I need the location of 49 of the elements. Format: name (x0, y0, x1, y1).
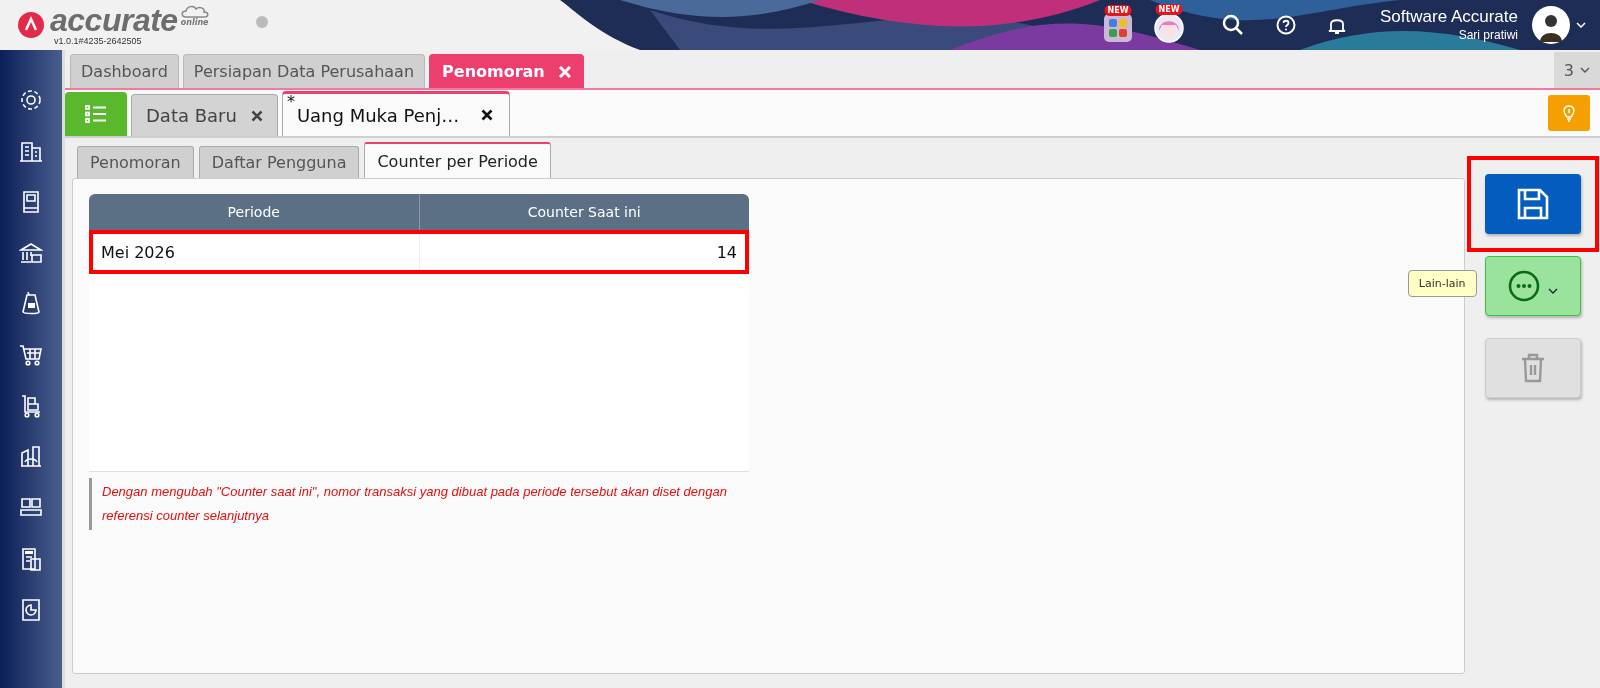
column-header[interactable]: Counter Saat ini (419, 194, 749, 230)
help-icon[interactable] (1276, 15, 1297, 35)
brand-name: accurate (50, 4, 178, 36)
trolley-icon[interactable] (19, 394, 43, 418)
cloud-icon (179, 4, 210, 18)
settings-icon[interactable] (19, 88, 43, 112)
company-name: Software Accurate (1380, 7, 1518, 27)
new-badge: NEW (1155, 4, 1183, 15)
table-cell-text: 14 (715, 241, 738, 264)
tab[interactable]: Daftar Pengguna (198, 146, 360, 178)
tab[interactable]: Dashboard (70, 54, 179, 88)
more-options-button[interactable] (1484, 256, 1581, 316)
tab[interactable]: $^{*}$ Uang Muka Penj… (281, 91, 511, 136)
tab-count-dropdown[interactable]: 3 (1553, 52, 1600, 88)
modified-marker: * (286, 94, 295, 110)
brand-subtitle: online (180, 18, 209, 27)
lightbulb-icon (1560, 103, 1578, 123)
tax-calculator-icon[interactable] (19, 547, 43, 571)
report-chart-icon[interactable] (19, 598, 43, 622)
tab[interactable]: Penomoran (77, 146, 194, 178)
user-name: Sari pratiwi (1458, 27, 1518, 43)
search-icon[interactable] (1222, 14, 1245, 36)
apps-icon[interactable] (1104, 14, 1133, 42)
chevron-down-icon (1547, 288, 1558, 294)
close-icon[interactable] (250, 109, 263, 122)
save-button[interactable] (1484, 174, 1581, 234)
building-icon[interactable] (19, 139, 43, 163)
shopping-cart-icon[interactable] (19, 343, 43, 367)
bank-icon[interactable] (19, 241, 43, 265)
save-icon (1515, 187, 1550, 221)
tooltip: Lain-lain (1407, 270, 1477, 297)
trash-icon (1519, 353, 1546, 383)
tab[interactable]: Counter per Periode (364, 142, 551, 178)
tab[interactable]: Persiapan Data Perusahaan (182, 54, 426, 88)
table-cell: Mei 2026 (93, 234, 420, 270)
column-header[interactable]: Periode (89, 194, 420, 230)
tab[interactable]: Penomoran (429, 54, 584, 88)
version-text: v1.0.1#4235-2642505 (54, 36, 143, 46)
more-options-icon (1507, 270, 1540, 302)
info-note: Dengan mengubah "Counter saat ini", nomor transaksi yang dibuat pada periode tersebut akan diset dengan referensi counter selanjutnya (89, 478, 752, 530)
dot-icon (255, 16, 268, 28)
price-tag-icon[interactable] (19, 292, 43, 316)
logo-icon (18, 12, 44, 38)
new-badge: NEW (1104, 5, 1132, 16)
list-icon (85, 105, 107, 123)
close-icon[interactable] (481, 109, 494, 121)
avatar[interactable] (1532, 6, 1570, 44)
tab[interactable]: Data Baru (131, 94, 278, 136)
assistant-icon[interactable] (1154, 13, 1185, 43)
